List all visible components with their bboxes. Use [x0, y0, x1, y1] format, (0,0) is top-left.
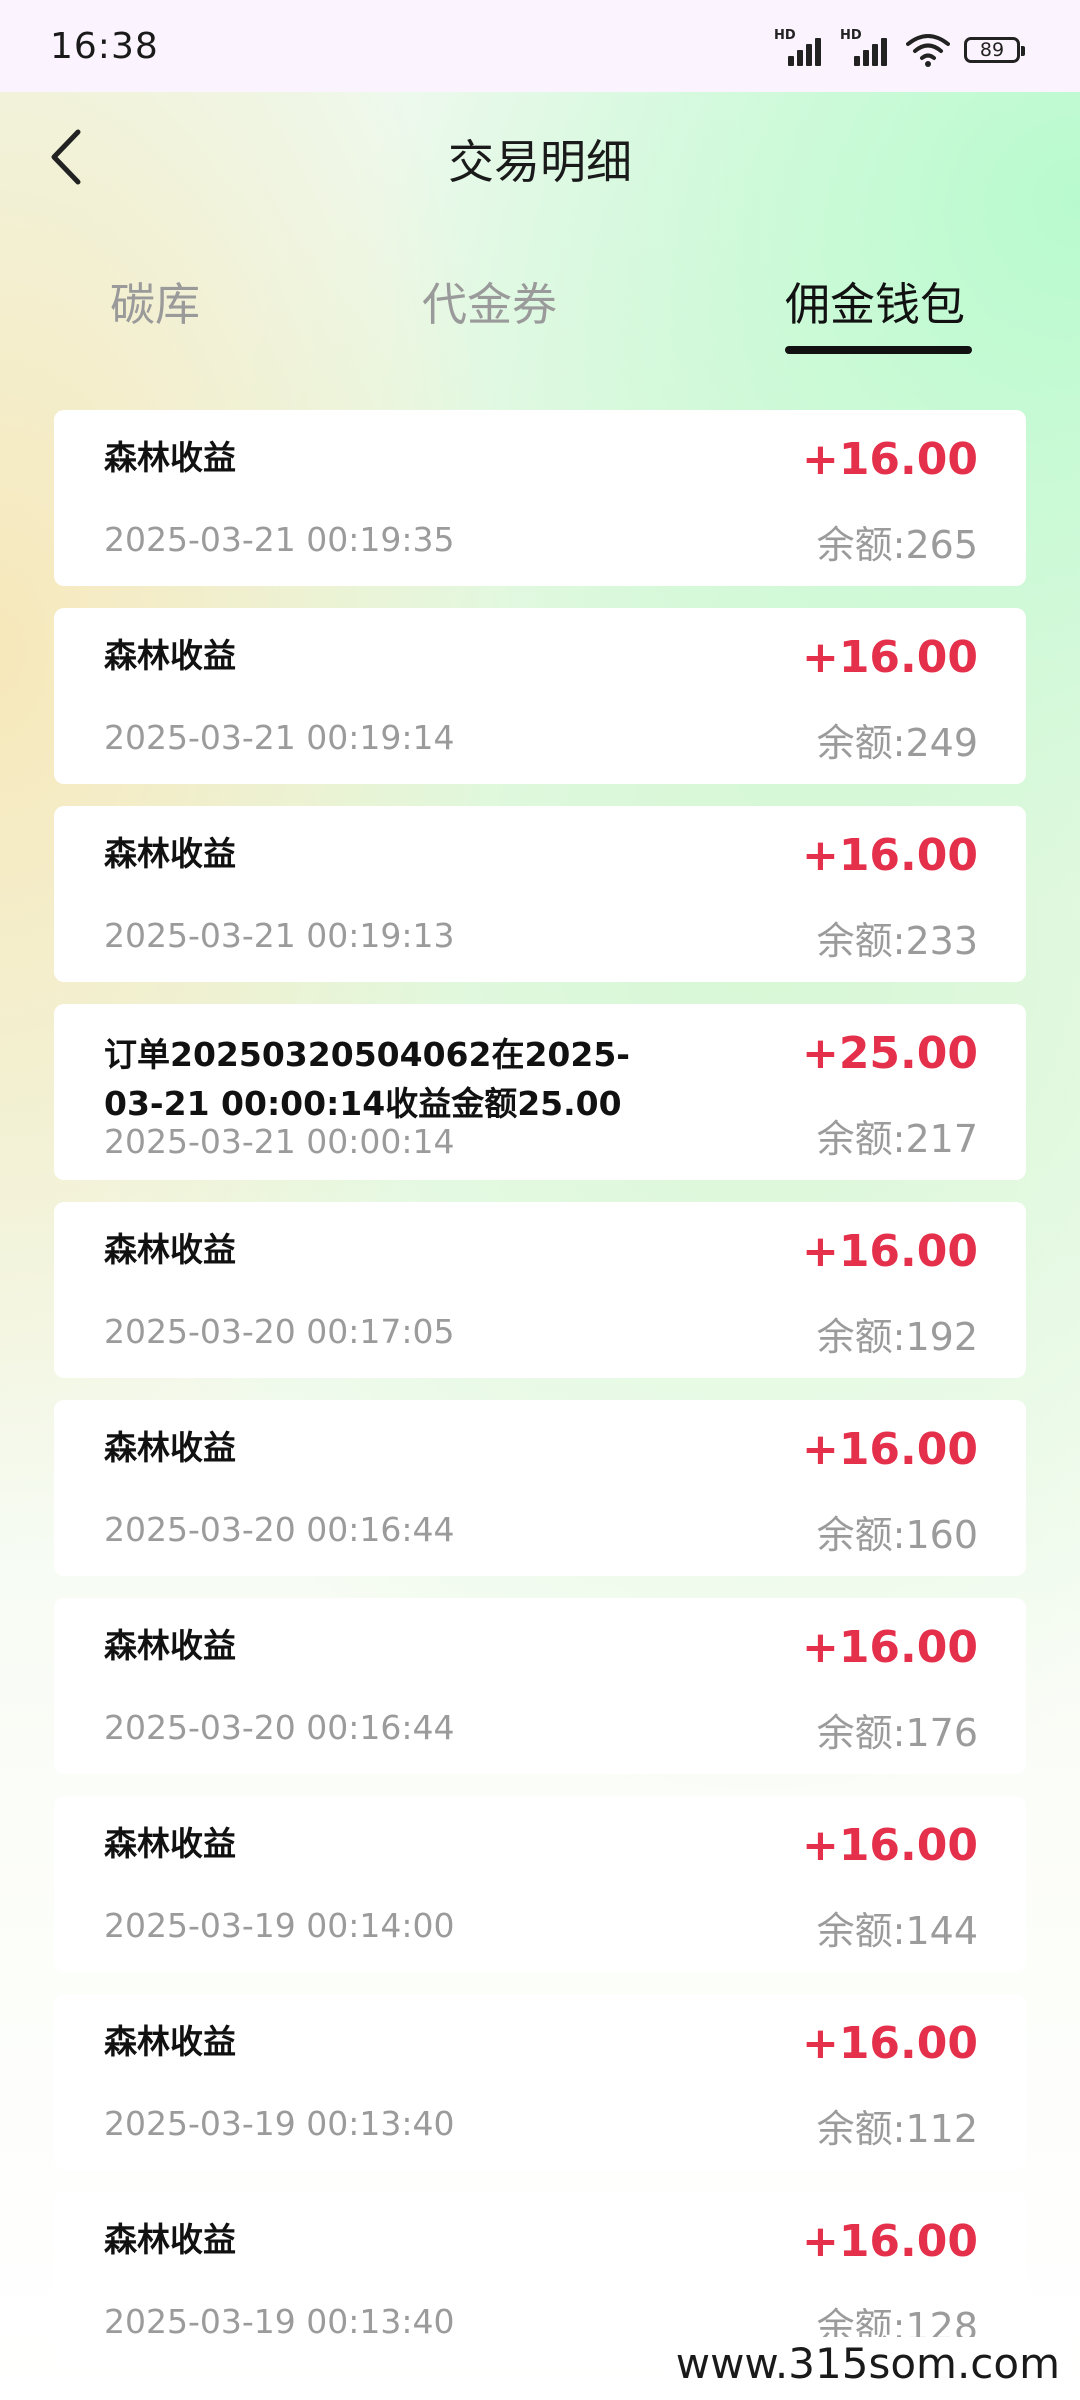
site-watermark: www.315som.com [665, 2337, 1070, 2390]
transaction-card[interactable]: 订单20250320504062在2025-03-21 00:00:14收益金额… [54, 1004, 1026, 1180]
transaction-date: 2025-03-20 00:16:44 [104, 1708, 455, 1747]
transaction-balance: 余额:217 [816, 1117, 978, 1161]
battery-icon: 89 [964, 37, 1025, 63]
transaction-date: 2025-03-20 00:17:05 [104, 1312, 455, 1351]
transaction-balance: 余额:233 [816, 919, 978, 963]
transaction-card[interactable]: 森林收益 2025-03-21 00:19:35 +16.00 余额:265 [54, 410, 1026, 586]
transaction-card[interactable]: 森林收益 2025-03-21 00:19:13 +16.00 余额:233 [54, 806, 1026, 982]
transaction-date: 2025-03-21 00:19:35 [104, 520, 455, 559]
tab-carbon-bank[interactable]: 碳库 [110, 268, 200, 333]
transaction-amount: +16.00 [801, 632, 978, 683]
hd-label: HD [774, 28, 796, 43]
transaction-amount: +16.00 [801, 2018, 978, 2069]
status-bar: 16:38 HD HD 89 [0, 0, 1080, 92]
transaction-amount: +16.00 [801, 1622, 978, 1673]
page-title: 交易明细 [448, 135, 632, 189]
transaction-date: 2025-03-21 00:19:13 [104, 916, 455, 955]
transaction-card[interactable]: 森林收益 2025-03-19 00:13:40 +16.00 余额:112 [54, 1994, 1026, 2170]
transaction-date: 2025-03-19 00:13:40 [104, 2302, 455, 2341]
wifi-icon [906, 34, 950, 67]
transaction-title: 森林收益 [104, 1230, 236, 1269]
transaction-date: 2025-03-20 00:16:44 [104, 1510, 455, 1549]
transaction-title: 森林收益 [104, 2022, 236, 2061]
transaction-balance: 余额:176 [816, 1711, 978, 1755]
transaction-date: 2025-03-19 00:13:40 [104, 2104, 455, 2143]
transaction-card[interactable]: 森林收益 2025-03-20 00:16:44 +16.00 余额:176 [54, 1598, 1026, 1774]
active-tab-indicator [785, 346, 972, 354]
transaction-date: 2025-03-19 00:14:00 [104, 1906, 455, 1945]
transaction-balance: 余额:265 [816, 523, 978, 567]
transaction-title: 森林收益 [104, 1428, 236, 1467]
transaction-card[interactable]: 森林收益 2025-03-19 00:14:00 +16.00 余额:144 [54, 1796, 1026, 1972]
transaction-amount: +16.00 [801, 1226, 978, 1277]
transaction-balance: 余额:112 [816, 2107, 978, 2151]
transaction-title: 森林收益 [104, 2220, 236, 2259]
transaction-amount: +16.00 [801, 1820, 978, 1871]
tab-commission-wallet[interactable]: 佣金钱包 [785, 268, 965, 333]
transaction-card[interactable]: 森林收益 2025-03-20 00:17:05 +16.00 余额:192 [54, 1202, 1026, 1378]
transaction-card[interactable]: 森林收益 2025-03-21 00:19:14 +16.00 余额:249 [54, 608, 1026, 784]
cellular-signal-icon: HD [774, 28, 826, 70]
transaction-title: 森林收益 [104, 834, 236, 873]
transaction-title: 森林收益 [104, 438, 236, 477]
transaction-amount: +16.00 [801, 2216, 978, 2267]
transaction-title: 森林收益 [104, 1824, 236, 1863]
hd-label: HD [840, 28, 862, 43]
transaction-title: 订单20250320504062在2025-03-21 00:00:14收益金额… [104, 1035, 631, 1123]
transaction-balance: 余额:249 [816, 721, 978, 765]
transaction-balance: 余额:160 [816, 1513, 978, 1557]
transaction-amount: +16.00 [801, 830, 978, 881]
transaction-card[interactable]: 森林收益 2025-03-20 00:16:44 +16.00 余额:160 [54, 1400, 1026, 1576]
tab-vouchers[interactable]: 代金券 [422, 268, 557, 333]
transaction-amount: +16.00 [801, 1424, 978, 1475]
battery-level: 89 [979, 39, 1005, 61]
status-time: 16:38 [50, 26, 159, 67]
status-icons: HD HD 89 [774, 28, 1025, 70]
transaction-amount: +16.00 [801, 434, 978, 485]
transaction-date: 2025-03-21 00:00:14 [104, 1122, 455, 1161]
cellular-signal-icon: HD [840, 28, 892, 70]
transaction-balance: 余额:192 [816, 1315, 978, 1359]
transaction-amount: +25.00 [801, 1028, 978, 1079]
transaction-balance: 余额:144 [816, 1909, 978, 1953]
transaction-title: 森林收益 [104, 636, 236, 675]
transaction-date: 2025-03-21 00:19:14 [104, 718, 455, 757]
transaction-title: 森林收益 [104, 1626, 236, 1665]
